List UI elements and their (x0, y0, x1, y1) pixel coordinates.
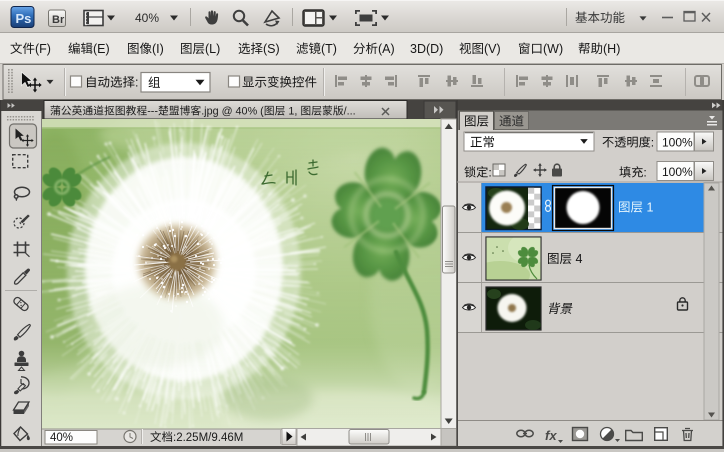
svg-text:.jpg @ 40% (: .jpg @ 40% ( (201, 106, 264, 118)
svg-text:(W): (W) (543, 42, 563, 56)
svg-text::2.25M/9.46M: :2.25M/9.46M (173, 432, 243, 444)
svg-text:(F): (F) (35, 42, 51, 56)
svg-text::: : (488, 166, 491, 180)
svg-text:100%: 100% (662, 136, 693, 150)
svg-text:(E): (E) (93, 42, 110, 56)
svg-text:(I): (I) (152, 42, 164, 56)
svg-text:100%: 100% (662, 165, 693, 179)
svg-text:40%: 40% (135, 11, 159, 25)
svg-text:/...: /... (344, 106, 356, 118)
svg-text::: : (135, 76, 138, 90)
svg-text:(T): (T) (321, 42, 337, 56)
svg-text:Ps: Ps (16, 11, 32, 26)
svg-text:1,: 1, (285, 106, 300, 118)
svg-text:(H): (H) (603, 42, 620, 56)
svg-text:(A): (A) (378, 42, 395, 56)
svg-text:(V): (V) (484, 42, 501, 56)
svg-text:40%: 40% (50, 432, 73, 444)
svg-text:Br: Br (52, 14, 65, 26)
svg-text:3D(D): 3D(D) (410, 42, 443, 56)
svg-text::: : (651, 136, 654, 150)
svg-text:4: 4 (572, 252, 582, 266)
svg-text:(S): (S) (263, 42, 280, 56)
svg-text::: : (643, 166, 646, 180)
svg-text:fx: fx (545, 428, 557, 443)
svg-text:(L): (L) (205, 42, 220, 56)
svg-text:---: --- (147, 106, 158, 118)
svg-text:1: 1 (643, 201, 653, 215)
